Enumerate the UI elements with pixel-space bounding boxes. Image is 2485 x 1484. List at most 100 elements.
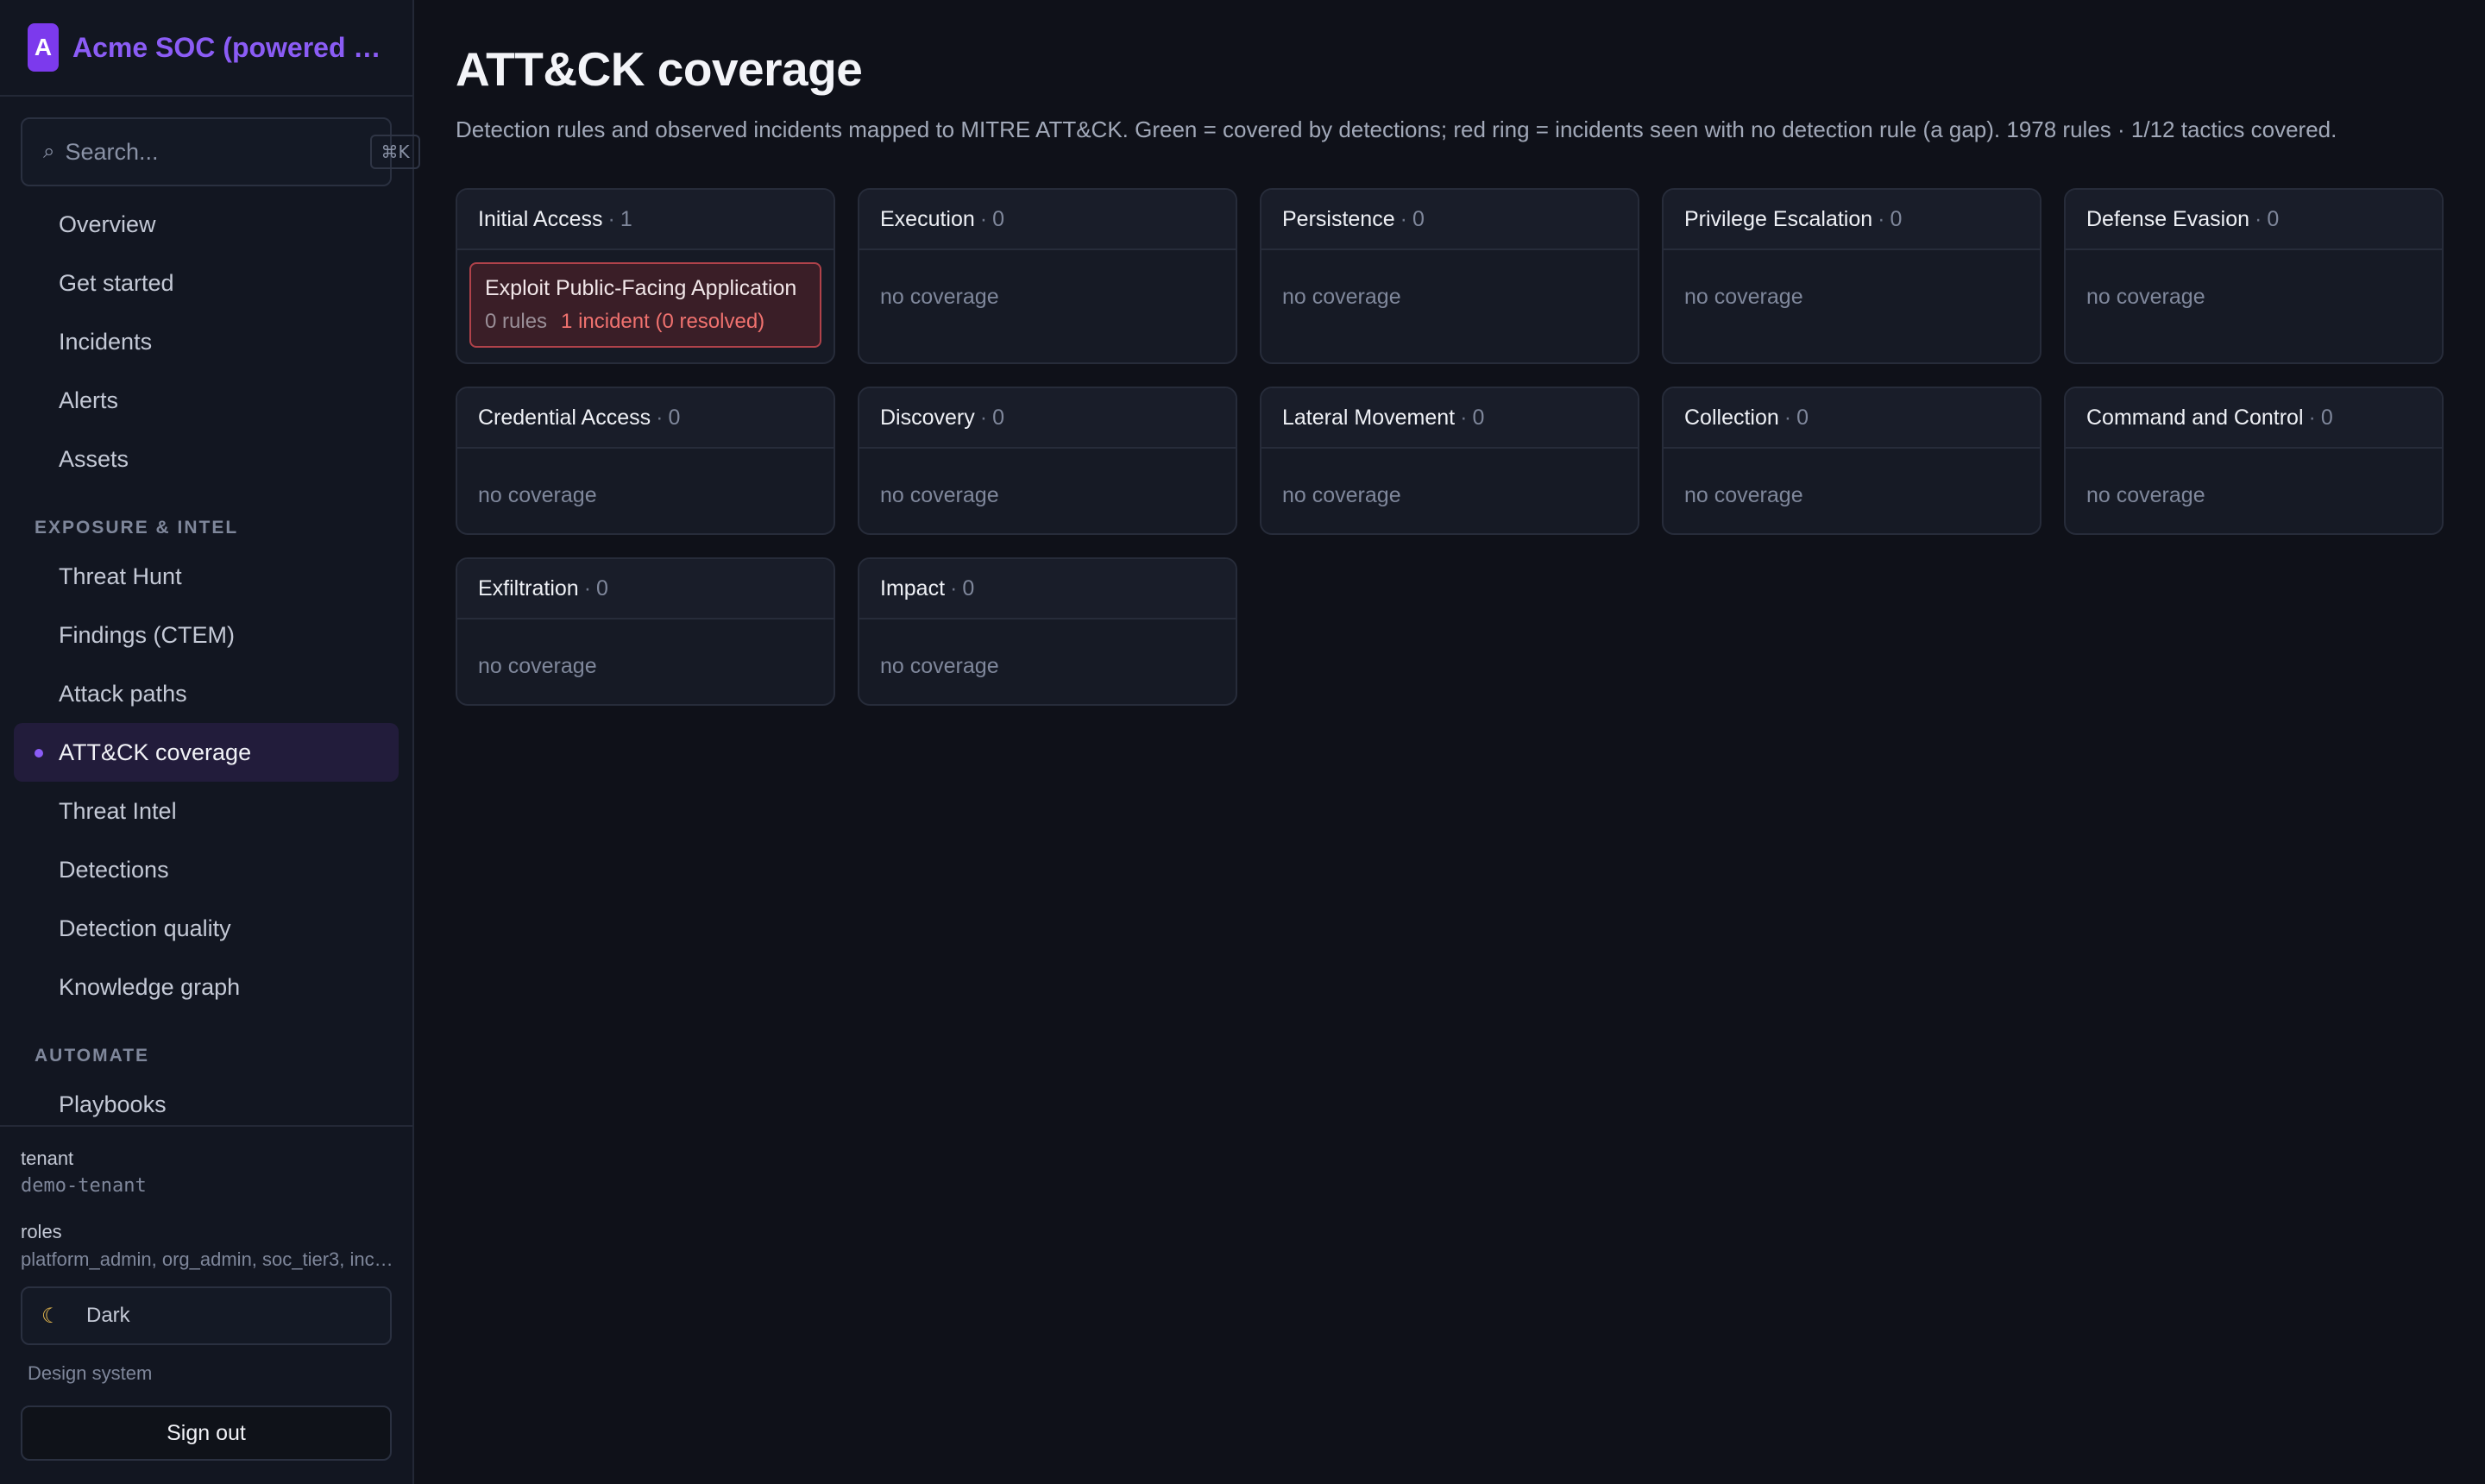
page-description: Detection rules and observed incidents m… xyxy=(456,116,2337,142)
sidebar-item-threat-intel[interactable]: Threat Intel xyxy=(14,782,399,840)
tactic-separator: · xyxy=(583,575,592,601)
sidebar-item-attack-paths[interactable]: Attack paths xyxy=(14,664,399,723)
design-system-link[interactable]: Design system xyxy=(28,1362,392,1385)
tactic-separator: · xyxy=(1400,206,1407,231)
tactic-header: Persistence · 0 xyxy=(1261,190,1638,250)
sidebar-footer: tenant demo-tenant roles platform_admin,… xyxy=(0,1125,412,1461)
sidebar-nav: Overview Get started Incidents Alerts As… xyxy=(0,195,412,1134)
tactic-name: Exfiltration xyxy=(478,575,579,601)
tactic-header: Command and Control · 0 xyxy=(2066,388,2442,449)
no-coverage-label: no coverage xyxy=(2086,285,2205,309)
tactic-card-discovery: Discovery · 0 no coverage xyxy=(858,387,1237,535)
tactic-name: Privilege Escalation xyxy=(1684,206,1873,231)
sidebar-item-assets[interactable]: Assets xyxy=(14,430,399,488)
search-shortcut: ⌘K xyxy=(370,135,420,169)
tactic-name: Execution xyxy=(880,206,975,231)
tactic-card-command-and-control: Command and Control · 0 no coverage xyxy=(2064,387,2444,535)
tactic-count: 0 xyxy=(992,405,1004,430)
brand-name: Acme SOC (powered by SentinelOps) xyxy=(72,31,383,63)
no-coverage-label: no coverage xyxy=(1684,483,1803,507)
technique-name: Exploit Public-Facing Application xyxy=(485,276,797,300)
tactic-card-persistence: Persistence · 0 no coverage xyxy=(1260,188,1639,364)
tactic-header: Credential Access · 0 xyxy=(457,388,834,449)
tactic-count: 0 xyxy=(2267,206,2280,231)
tactic-header: Defense Evasion · 0 xyxy=(2066,190,2442,250)
tactic-count: 0 xyxy=(1890,206,1903,231)
sidebar-item-detections[interactable]: Detections xyxy=(14,840,399,899)
main-content: ATT&CK coverage Detection rules and obse… xyxy=(414,0,2485,1484)
app-shell: A Acme SOC (powered by SentinelOps) ⌕ ⌘K… xyxy=(0,0,2485,1484)
tactic-header: Collection · 0 xyxy=(1664,388,2040,449)
tactic-header: Lateral Movement · 0 xyxy=(1261,388,1638,449)
search-box[interactable]: ⌕ ⌘K xyxy=(21,117,420,186)
tactic-name: Discovery xyxy=(880,405,975,430)
tactic-card-initial-access: Initial Access · 1 Exploit Public-Facing… xyxy=(456,188,835,364)
tactic-grid: Initial Access · 1 Exploit Public-Facing… xyxy=(456,188,2485,706)
tenant-label: tenant xyxy=(21,1148,74,1169)
tactic-name: Initial Access xyxy=(478,206,603,231)
section-exposure-intel: EXPOSURE & INTEL xyxy=(35,518,239,538)
tactic-header: Initial Access · 1 xyxy=(457,190,834,250)
no-coverage-label: no coverage xyxy=(2086,483,2205,507)
sidebar-item-attack-coverage[interactable]: ATT&CK coverage xyxy=(14,723,399,782)
roles-label: roles xyxy=(21,1221,62,1242)
theme-toggle[interactable]: ☾ Dark xyxy=(21,1286,392,1345)
roles-value: platform_admin, org_admin, soc_tier3, in… xyxy=(21,1248,393,1270)
tactic-card-privilege-escalation: Privilege Escalation · 0 no coverage xyxy=(1662,188,2041,364)
tactic-count: 0 xyxy=(2320,405,2333,430)
tactic-name: Persistence xyxy=(1282,206,1395,231)
tactic-body: no coverage xyxy=(1261,449,1638,533)
technique-chip[interactable]: Exploit Public-Facing Application 0 rule… xyxy=(469,262,821,348)
sidebar-item-alerts[interactable]: Alerts xyxy=(14,371,399,430)
page-title: ATT&CK coverage xyxy=(456,42,863,96)
search-icon: ⌕ xyxy=(43,140,55,163)
tactic-separator: · xyxy=(950,575,958,601)
tactic-count: 0 xyxy=(992,206,1005,231)
tactic-header: Impact · 0 xyxy=(859,559,1236,619)
brand[interactable]: A Acme SOC (powered by SentinelOps) xyxy=(0,0,412,97)
tactic-name: Collection xyxy=(1684,405,1779,430)
moon-icon: ☾ xyxy=(41,1304,60,1328)
tactic-header: Discovery · 0 xyxy=(859,388,1236,449)
sidebar-item-overview[interactable]: Overview xyxy=(14,195,399,254)
no-coverage-label: no coverage xyxy=(1684,285,1803,309)
tactic-body: no coverage xyxy=(1664,449,2040,533)
tactic-count: 0 xyxy=(1796,405,1809,430)
active-indicator xyxy=(35,749,43,758)
tactic-body: no coverage xyxy=(859,619,1236,704)
technique-meta: 0 rules 1 incident (0 resolved) xyxy=(485,310,806,334)
sidebar-item-detection-quality[interactable]: Detection quality xyxy=(14,899,399,958)
tactic-count: 0 xyxy=(596,575,608,601)
tactic-body: no coverage xyxy=(1261,250,1638,362)
no-coverage-label: no coverage xyxy=(1282,285,1401,309)
tactic-separator: · xyxy=(656,405,664,430)
tactic-separator: · xyxy=(979,206,988,231)
sidebar-item-threat-hunt[interactable]: Threat Hunt xyxy=(14,547,399,606)
tactic-separator: · xyxy=(2308,405,2316,430)
tactic-name: Credential Access xyxy=(478,405,651,430)
tactic-count: 0 xyxy=(962,575,975,601)
tactic-name: Lateral Movement xyxy=(1282,405,1456,430)
tactic-card-impact: Impact · 0 no coverage xyxy=(858,557,1237,706)
no-coverage-label: no coverage xyxy=(880,654,999,678)
tactic-body: no coverage xyxy=(457,619,834,704)
tactic-count: 0 xyxy=(668,405,681,430)
sign-out-button[interactable]: Sign out xyxy=(21,1405,392,1461)
tactic-name: Command and Control xyxy=(2086,405,2304,430)
no-coverage-label: no coverage xyxy=(478,483,597,507)
sidebar-item-knowledge-graph[interactable]: Knowledge graph xyxy=(14,958,399,1016)
tactic-name: Impact xyxy=(880,575,946,601)
sidebar-item-incidents[interactable]: Incidents xyxy=(14,312,399,371)
sidebar-item-get-started[interactable]: Get started xyxy=(14,254,399,312)
search-input[interactable] xyxy=(65,138,371,166)
tactic-separator: · xyxy=(2255,206,2262,231)
tactic-name: Defense Evasion xyxy=(2086,206,2250,231)
tactic-header: Execution · 0 xyxy=(859,190,1236,250)
sidebar-item-label: ATT&CK coverage xyxy=(59,739,252,765)
technique-incidents: 1 incident (0 resolved) xyxy=(561,310,765,333)
sidebar-item-findings[interactable]: Findings (CTEM) xyxy=(14,606,399,664)
tactic-body: no coverage xyxy=(2066,250,2442,362)
tactic-separator: · xyxy=(1878,206,1885,231)
tactic-separator: · xyxy=(1784,405,1792,430)
tactic-body: no coverage xyxy=(859,250,1236,362)
